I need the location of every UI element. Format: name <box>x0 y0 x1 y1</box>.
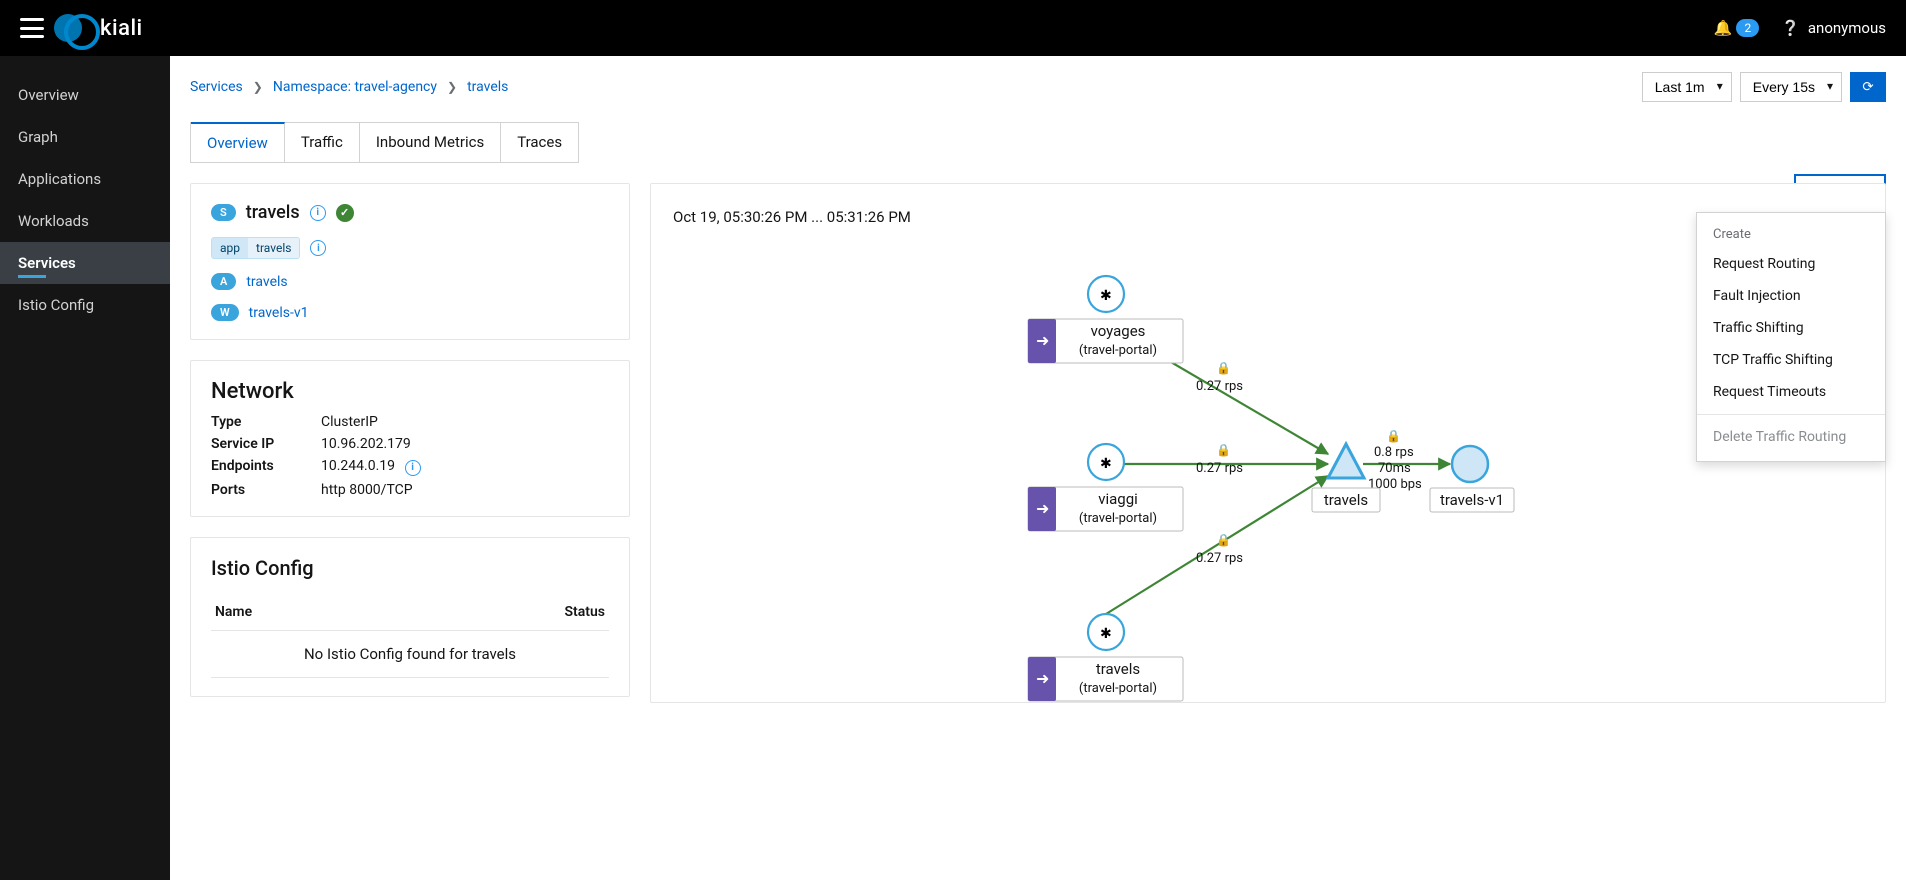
chevron-right-icon: ❯ <box>447 80 457 94</box>
edge-rate-viaggi: 0.27 rps <box>1196 461 1243 476</box>
tab-overview[interactable]: Overview <box>191 122 285 162</box>
istio-empty-message: No Istio Config found for travels <box>211 631 609 678</box>
tab-traces[interactable]: Traces <box>501 123 578 162</box>
time-toolbar: Last 1m Every 15s ⟳ <box>1642 72 1886 102</box>
refresh-button[interactable]: ⟳ <box>1850 72 1886 102</box>
action-request-timeouts[interactable]: Request Timeouts <box>1697 376 1885 408</box>
svg-text:➜: ➜ <box>1036 499 1049 518</box>
action-request-routing[interactable]: Request Routing <box>1697 248 1885 280</box>
istio-col-status: Status <box>403 594 609 631</box>
actions-section-label: Create <box>1697 221 1885 248</box>
service-badge: S <box>211 204 236 221</box>
graph-node-pod-travels-v1[interactable]: travels-v1 <box>1430 446 1514 512</box>
svg-text:(travel-portal): (travel-portal) <box>1079 343 1157 358</box>
brand-bar: kiali 🔔 2 ❔ anonymous <box>0 0 1906 56</box>
chevron-right-icon: ❯ <box>253 80 263 94</box>
edge-rate-svc-pod-2: 70ms <box>1378 461 1411 476</box>
svg-text:voyages: voyages <box>1091 322 1146 340</box>
edge-rate-voyages: 0.27 rps <box>1196 379 1243 394</box>
action-delete-traffic-routing: Delete Traffic Routing <box>1697 421 1885 453</box>
info-icon[interactable]: i <box>310 205 326 221</box>
svg-text:(travel-portal): (travel-portal) <box>1079 511 1157 526</box>
istio-config-title: Istio Config <box>211 556 609 580</box>
breadcrumb-namespace[interactable]: Namespace: travel-agency <box>273 79 437 95</box>
network-title: Network <box>211 379 609 404</box>
sidebar-item-workloads[interactable]: Workloads <box>0 200 170 242</box>
app-badge: A <box>211 273 236 290</box>
istio-config-panel: Istio Config Name Status No Istio Config… <box>190 537 630 697</box>
notifications-button[interactable]: 🔔 2 <box>1714 19 1759 37</box>
lock-icon: 🔒 <box>1216 443 1231 457</box>
label-chip: app travels <box>211 237 300 259</box>
network-ports-label: Ports <box>211 482 321 498</box>
help-icon: ❔ <box>1781 19 1800 37</box>
menu-toggle-icon[interactable] <box>20 18 44 38</box>
notification-count: 2 <box>1736 19 1759 37</box>
breadcrumb-current: travels <box>467 79 508 95</box>
app-link[interactable]: travels <box>246 274 287 290</box>
action-traffic-shifting[interactable]: Traffic Shifting <box>1697 312 1885 344</box>
workload-badge: W <box>211 304 239 321</box>
edge-rate-svc-pod-1: 0.8 rps <box>1374 445 1414 460</box>
lock-icon: 🔒 <box>1386 429 1401 443</box>
time-range-select[interactable]: Last 1m <box>1642 72 1732 102</box>
user-menu[interactable]: ❔ anonymous <box>1781 19 1886 37</box>
svg-text:✱: ✱ <box>1100 626 1112 642</box>
svg-text:➜: ➜ <box>1036 331 1049 350</box>
tab-bar: Overview Traffic Inbound Metrics Traces <box>190 122 579 163</box>
brand-logo[interactable]: kiali <box>64 14 143 42</box>
svg-text:travels-v1: travels-v1 <box>1440 491 1504 509</box>
action-tcp-traffic-shifting[interactable]: TCP Traffic Shifting <box>1697 344 1885 376</box>
network-ip-value: 10.96.202.179 <box>321 436 609 452</box>
service-summary-panel: S travels i app travels i A t <box>190 183 630 340</box>
sidebar-item-services[interactable]: Services <box>0 242 170 284</box>
svg-text:viaggi: viaggi <box>1098 490 1138 508</box>
svg-text:(travel-portal): (travel-portal) <box>1079 681 1157 696</box>
network-ip-label: Service IP <box>211 436 321 452</box>
graph-node-voyages[interactable]: ✱ ➜ voyages (travel-portal) <box>1028 276 1183 363</box>
network-endpoints-label: Endpoints <box>211 458 321 476</box>
lock-icon: 🔒 <box>1216 533 1231 547</box>
info-icon[interactable]: i <box>405 460 421 476</box>
refresh-icon: ⟳ <box>1862 79 1873 95</box>
network-panel: Network Type ClusterIP Service IP 10.96.… <box>190 360 630 517</box>
brand-name: kiali <box>100 16 143 41</box>
network-type-value: ClusterIP <box>321 414 609 430</box>
content-area: Services ❯ Namespace: travel-agency ❯ tr… <box>170 56 1906 880</box>
kiali-logo-icon <box>64 14 92 42</box>
graph-time-range: Oct 19, 05:30:26 PM ... 05:31:26 PM <box>671 202 1865 244</box>
username: anonymous <box>1808 19 1886 37</box>
sidebar-item-applications[interactable]: Applications <box>0 158 170 200</box>
istio-col-name: Name <box>211 594 403 631</box>
actions-menu: Create Request Routing Fault Injection T… <box>1696 212 1886 462</box>
graph-node-viaggi[interactable]: ✱ ➜ viaggi (travel-portal) <box>1028 444 1183 531</box>
network-type-label: Type <box>211 414 321 430</box>
svg-text:travels: travels <box>1096 660 1140 678</box>
sidebar-item-istio-config[interactable]: Istio Config <box>0 284 170 326</box>
tab-inbound-metrics[interactable]: Inbound Metrics <box>360 123 501 162</box>
breadcrumb: Services ❯ Namespace: travel-agency ❯ tr… <box>190 79 508 95</box>
tab-traffic[interactable]: Traffic <box>285 123 360 162</box>
svg-text:✱: ✱ <box>1100 456 1112 472</box>
sidebar-nav: Overview Graph Applications Workloads Se… <box>0 56 170 880</box>
breadcrumb-services[interactable]: Services <box>190 79 243 95</box>
graph-node-travels-portal[interactable]: ✱ ➜ travels (travel-portal) <box>1028 614 1183 701</box>
info-icon[interactable]: i <box>310 240 326 256</box>
edge-rate-travelsp: 0.27 rps <box>1196 551 1243 566</box>
lock-icon: 🔒 <box>1216 361 1231 375</box>
svg-text:travels: travels <box>1324 491 1368 509</box>
refresh-interval-select[interactable]: Every 15s <box>1740 72 1842 102</box>
traffic-graph[interactable]: 🔒 0.27 rps 🔒 0.27 rps 🔒 0.27 rps 🔒 0.8 r… <box>671 244 1865 704</box>
service-name: travels <box>246 202 300 223</box>
workload-link[interactable]: travels-v1 <box>249 305 309 321</box>
sidebar-item-graph[interactable]: Graph <box>0 116 170 158</box>
svg-text:➜: ➜ <box>1036 669 1049 688</box>
sidebar-item-overview[interactable]: Overview <box>0 74 170 116</box>
svg-text:✱: ✱ <box>1100 288 1112 304</box>
health-ok-icon <box>336 204 354 222</box>
network-ports-value: http 8000/TCP <box>321 482 609 498</box>
bell-icon: 🔔 <box>1714 19 1733 37</box>
network-endpoints-value: 10.244.0.19 i <box>321 458 609 476</box>
action-fault-injection[interactable]: Fault Injection <box>1697 280 1885 312</box>
